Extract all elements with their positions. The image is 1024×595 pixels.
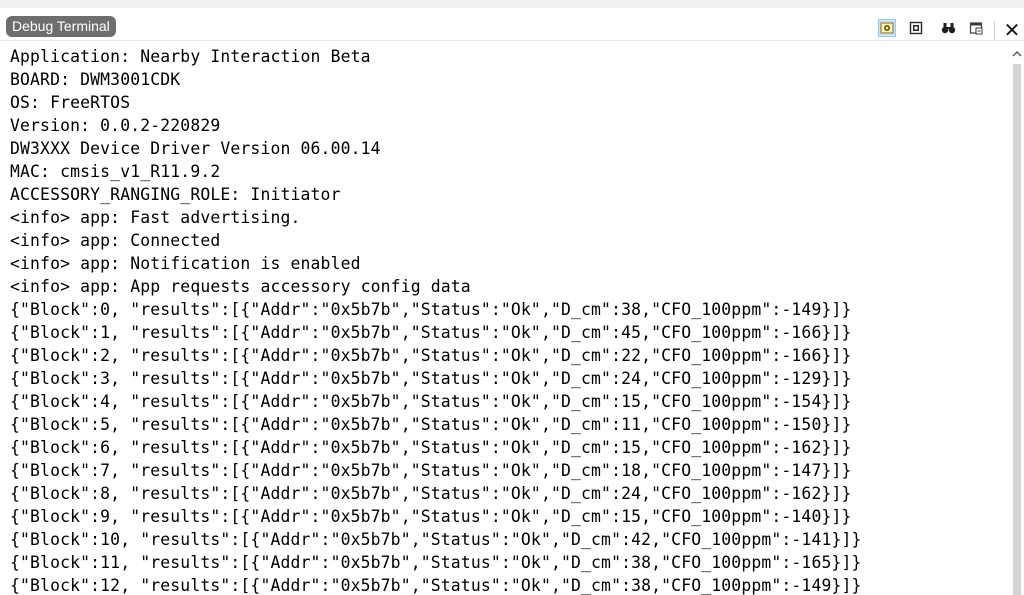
terminal-line: {"Block":4, "results":[{"Addr":"0x5b7b",… (10, 392, 852, 411)
close-panel-button[interactable]: ✕ (1000, 16, 1024, 44)
terminal-line: <info> app: Fast advertising. (10, 208, 301, 227)
terminal-line: {"Block":10, "results":[{"Addr":"0x5b7b"… (10, 530, 862, 549)
terminal-output[interactable]: Application: Nearby Interaction Beta BOAR… (0, 42, 1010, 595)
terminal-line: {"Block":6, "results":[{"Addr":"0x5b7b",… (10, 438, 852, 457)
debug-terminal-titlebar: Debug Terminal ✕ (0, 8, 1024, 44)
terminal-line: ACCESSORY_RANGING_ROLE: Initiator (10, 185, 341, 204)
terminal-line: DW3XXX Device Driver Version 06.00.14 (10, 139, 381, 158)
terminal-line: {"Block":3, "results":[{"Addr":"0x5b7b",… (10, 369, 852, 388)
terminal-line: <info> app: App requests accessory confi… (10, 277, 471, 296)
terminal-line: <info> app: Connected (10, 231, 221, 250)
terminal-line: MAC: cmsis_v1_R11.9.2 (10, 162, 221, 181)
toolbar-separator (994, 21, 995, 41)
binoculars-find-icon[interactable] (940, 20, 956, 36)
terminal-line: OS: FreeRTOS (10, 93, 131, 112)
panel-title: Debug Terminal (6, 16, 116, 37)
terminal-line: {"Block":12, "results":[{"Addr":"0x5b7b"… (10, 576, 862, 595)
save-log-icon[interactable] (968, 20, 984, 36)
settings-icon[interactable] (878, 19, 896, 37)
terminal-line: <info> app: Notification is enabled (10, 254, 361, 273)
terminal-line: {"Block":0, "results":[{"Addr":"0x5b7b",… (10, 300, 852, 319)
terminal-line: Application: Nearby Interaction Beta (10, 47, 371, 66)
terminal-line: {"Block":9, "results":[{"Addr":"0x5b7b",… (10, 507, 852, 526)
terminal-line: BOARD: DWM3001CDK (10, 70, 181, 89)
scroll-up-arrow-icon[interactable] (1010, 48, 1024, 60)
terminal-line: {"Block":1, "results":[{"Addr":"0x5b7b",… (10, 323, 852, 342)
terminal-line: {"Block":5, "results":[{"Addr":"0x5b7b",… (10, 415, 852, 434)
vertical-scrollbar[interactable] (1010, 42, 1024, 595)
terminal-line: {"Block":7, "results":[{"Addr":"0x5b7b",… (10, 461, 852, 480)
terminal-line: {"Block":8, "results":[{"Addr":"0x5b7b",… (10, 484, 852, 503)
window-top-strip (0, 0, 1024, 8)
terminal-line: {"Block":11, "results":[{"Addr":"0x5b7b"… (10, 553, 862, 572)
clear-icon[interactable] (908, 20, 924, 36)
scroll-thumb[interactable] (1013, 64, 1021, 595)
terminal-line: {"Block":2, "results":[{"Addr":"0x5b7b",… (10, 346, 852, 365)
terminal-line: Version: 0.0.2-220829 (10, 116, 221, 135)
